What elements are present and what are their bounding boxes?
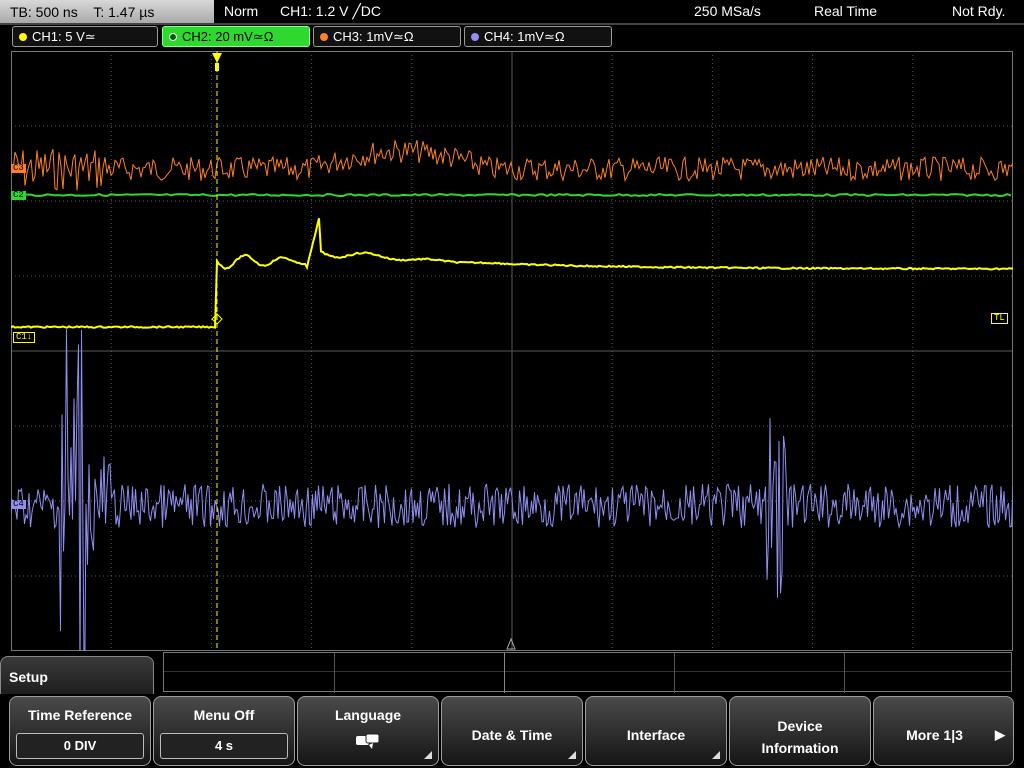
more-button[interactable]: More 1|3 ▶ — [873, 696, 1014, 766]
channel-tab-ch1[interactable]: CH1: 5 V≃ — [12, 26, 158, 47]
center-marker-icon — [506, 637, 516, 650]
softkey-label: Time Reference — [27, 707, 132, 723]
acquisition-mode: Real Time — [814, 3, 878, 19]
info-panel-divider — [674, 653, 675, 693]
ch2-dot-icon — [169, 33, 177, 41]
channel-tab-label: CH3: 1mV≃Ω — [333, 29, 414, 44]
info-panel-divider — [334, 653, 335, 693]
trigger-level-marker[interactable]: TL — [991, 313, 1008, 324]
channel-tab-ch4[interactable]: CH4: 1mV≃Ω — [464, 26, 612, 47]
date-time-button[interactable]: Date & Time — [441, 696, 583, 766]
ch3-dot-icon — [320, 33, 328, 41]
submenu-indicator-icon — [712, 751, 720, 759]
softkey-label-line: Information — [761, 740, 839, 756]
status-bar: TB: 500 ns T: 1.47 µs Norm CH1: 1.2 V ╱D… — [0, 0, 1024, 25]
channel-tab-label: CH2: 20 mV≃Ω — [182, 29, 274, 44]
timebase-value: TB: 500 ns — [10, 4, 78, 20]
channel-tabs: CH1: 5 V≃ CH2: 20 mV≃Ω CH3: 1mV≃Ω CH4: 1… — [0, 26, 1024, 48]
time-reference-value[interactable]: 0 DIV — [16, 733, 144, 759]
channel-tab-label: CH4: 1mV≃Ω — [484, 29, 565, 44]
info-panel-divider — [164, 671, 1011, 672]
ch1-dot-icon — [19, 33, 27, 41]
timebase-box[interactable]: TB: 500 ns T: 1.47 µs — [0, 0, 214, 24]
time-reference-button[interactable]: Time Reference 0 DIV — [9, 696, 151, 766]
submenu-indicator-icon — [568, 751, 576, 759]
ch2-offset-marker[interactable]: C2 — [11, 191, 26, 200]
channel-tab-ch2[interactable]: CH2: 20 mV≃Ω — [162, 26, 310, 47]
trigger-mode[interactable]: Norm — [224, 0, 258, 22]
interface-button[interactable]: Interface — [585, 696, 727, 766]
language-button[interactable]: Language — [297, 696, 439, 766]
softkey-label: More 1|3 — [906, 727, 963, 743]
sample-rate: 250 MSa/s — [694, 3, 761, 19]
softkey-label: Language — [334, 707, 402, 723]
ch2-trace — [11, 192, 1012, 198]
status-bar-divider — [0, 23, 1024, 25]
softkey-label: Device Information — [730, 715, 870, 759]
menu-off-value[interactable]: 4 s — [160, 733, 288, 759]
softkey-label-line: Device — [777, 718, 823, 734]
channel-tab-ch3[interactable]: CH3: 1mV≃Ω — [313, 26, 461, 47]
ready-state: Not Rdy. — [952, 3, 1006, 19]
trigger-time-value: T: 1.47 µs — [93, 4, 155, 20]
info-panel-divider — [844, 653, 845, 693]
ch4-dot-icon — [471, 33, 479, 41]
menu-title: Setup — [0, 656, 154, 696]
ch3-offset-marker[interactable]: C3 — [11, 164, 26, 173]
softkey-label: Date & Time — [471, 727, 553, 743]
device-information-button[interactable]: Device Information — [729, 696, 871, 766]
waveform-display[interactable]: C3 C2 C1↓ TL C4 — [11, 51, 1013, 651]
ch4-offset-marker[interactable]: C4 — [11, 500, 26, 509]
play-arrow-icon: ▶ — [995, 727, 1005, 742]
trigger-position-stem — [215, 63, 219, 71]
submenu-indicator-icon — [424, 751, 432, 759]
trigger-source[interactable]: CH1: 1.2 V ╱DC — [280, 0, 381, 22]
menu-off-button[interactable]: Menu Off 4 s — [153, 696, 295, 766]
softkey-label: Interface — [626, 727, 686, 743]
info-panel-divider — [504, 653, 505, 693]
speech-bubble-icon — [355, 733, 381, 756]
ch1-offset-marker[interactable]: C1↓ — [13, 332, 36, 343]
waveform-canvas — [11, 51, 1013, 651]
trigger-position-marker-icon[interactable] — [212, 53, 222, 63]
info-panel — [163, 652, 1012, 693]
softkey-bar: Time Reference 0 DIV Menu Off 4 s Langua… — [0, 694, 1024, 768]
channel-tab-label: CH1: 5 V≃ — [32, 29, 96, 44]
softkey-label: Menu Off — [193, 707, 255, 723]
graticule — [11, 51, 1013, 651]
